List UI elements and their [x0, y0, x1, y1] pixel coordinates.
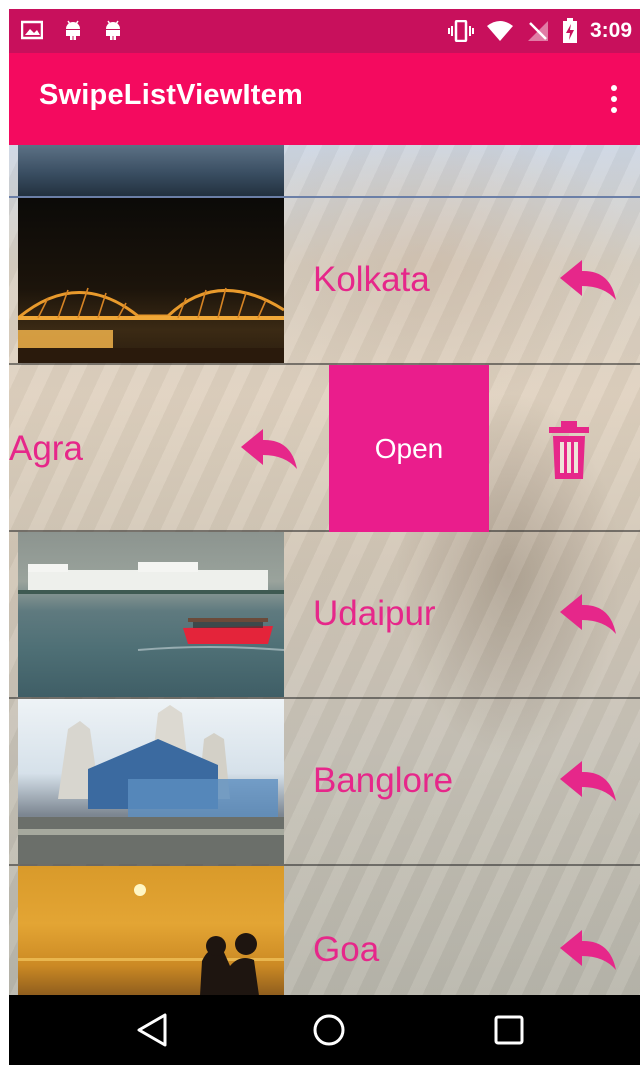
- app-title: SwipeListViewItem: [39, 79, 303, 111]
- status-icons-right: 3:09: [447, 9, 632, 53]
- android-icon: [106, 20, 120, 40]
- wifi-icon: [486, 21, 513, 41]
- undo-icon[interactable]: [558, 928, 618, 978]
- no-sim-icon: [527, 21, 548, 41]
- list-item-label: Goa: [313, 930, 380, 969]
- vibrate-icon: [447, 20, 474, 42]
- battery-charging-icon: [562, 18, 577, 43]
- status-bar: 3:09: [9, 9, 640, 53]
- list-item-goa[interactable]: Goa: [9, 866, 640, 995]
- list-item-udaipur[interactable]: Udaipur: [9, 532, 640, 699]
- thumbnail-image: [18, 145, 284, 196]
- navigation-bar: [9, 995, 640, 1065]
- open-button[interactable]: Open: [329, 365, 489, 532]
- home-icon[interactable]: [311, 1012, 347, 1048]
- sunset-illustration: [18, 884, 284, 995]
- thumbnail-image: [18, 532, 284, 697]
- swipe-list[interactable]: Kolkata Agra Open Udaipur Banglore Goa: [9, 145, 640, 995]
- thumbnail-image: [18, 699, 284, 864]
- recents-icon[interactable]: [491, 1012, 527, 1048]
- undo-icon[interactable]: [558, 759, 618, 809]
- bridge-illustration: [18, 287, 284, 363]
- list-item-label: Kolkata: [313, 260, 430, 299]
- thumbnail-image: [18, 866, 284, 995]
- app-screen: 3:09 SwipeListViewItem Kolkata Agra Open…: [9, 9, 640, 1065]
- image-icon: [21, 20, 43, 40]
- temple-illustration: [18, 705, 284, 864]
- android-icon: [66, 20, 80, 40]
- list-item-label: Udaipur: [313, 594, 436, 633]
- list-item-partial[interactable]: [9, 145, 640, 198]
- undo-icon[interactable]: [558, 258, 618, 308]
- list-item-label: Banglore: [313, 761, 454, 800]
- more-vert-icon[interactable]: [602, 81, 626, 117]
- list-item-agra[interactable]: Agra Open: [9, 365, 640, 532]
- palace-illustration: [18, 562, 284, 651]
- list-item-kolkata[interactable]: Kolkata: [9, 198, 640, 365]
- list-item-label: Agra: [9, 429, 83, 468]
- back-icon[interactable]: [135, 1012, 171, 1048]
- app-bar: SwipeListViewItem: [9, 53, 640, 145]
- status-icons-left: [21, 19, 123, 41]
- thumbnail-image: [18, 198, 284, 363]
- list-item-banglore[interactable]: Banglore: [9, 699, 640, 866]
- undo-icon[interactable]: [239, 427, 299, 477]
- undo-icon[interactable]: [558, 592, 618, 642]
- trash-icon[interactable]: [547, 421, 591, 479]
- status-time: 3:09: [589, 19, 632, 42]
